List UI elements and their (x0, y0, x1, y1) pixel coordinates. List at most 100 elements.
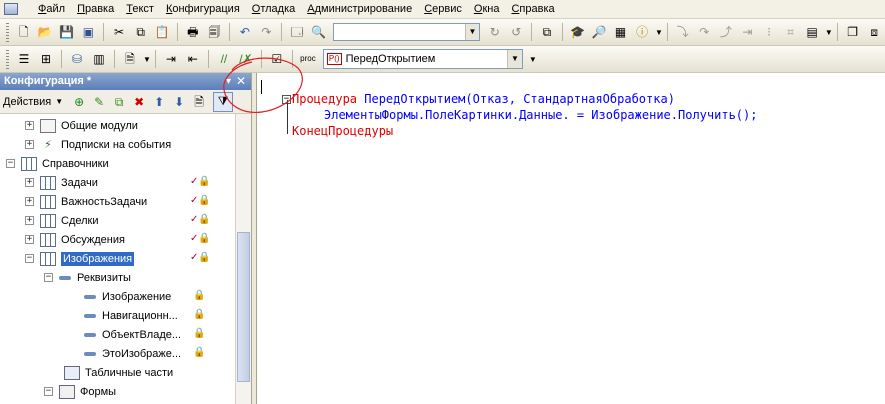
find-dialog-icon[interactable]: 🗔 (288, 23, 306, 41)
form-icon[interactable]: 🗎 (121, 50, 139, 68)
procedure-select[interactable]: P() ПередОткрытием ▼ (322, 49, 523, 69)
tree-item[interactable]: + Сделки (25, 211, 99, 230)
collapse-icon[interactable]: − (25, 254, 34, 263)
cut-icon[interactable]: ✂ (110, 23, 128, 41)
copy-icon[interactable]: ⧉ (132, 23, 150, 41)
pin-icon[interactable]: ▾ (226, 73, 231, 90)
step-over-icon[interactable]: ↷ (695, 23, 713, 41)
wizard-icon[interactable]: 🎓 (569, 23, 587, 41)
properties-icon[interactable]: 🗎 (191, 94, 207, 110)
find-next-icon[interactable]: ↻ (486, 23, 504, 41)
tree-item[interactable]: ЭтоИзображе... (84, 344, 181, 363)
window-tile-icon[interactable]: ⧈ (865, 23, 883, 41)
breakpoint-list-icon[interactable]: ⁝ (760, 23, 778, 41)
windows-icon[interactable]: ⧉ (538, 23, 556, 41)
print-icon[interactable]: 🖶 (184, 23, 202, 41)
menu-file[interactable]: Файл (32, 0, 71, 19)
search-icon[interactable]: 🔍 (310, 23, 328, 41)
step-out-icon[interactable]: ⤴ (717, 23, 735, 41)
database-icon[interactable]: ⛁ (68, 50, 86, 68)
step-into-icon[interactable]: ⤵ (674, 23, 692, 41)
syntax-check-icon[interactable]: ☑ (268, 50, 286, 68)
window-restore-icon[interactable]: ❐ (844, 23, 862, 41)
toolbar-grip[interactable] (6, 22, 9, 42)
scrollbar-thumb[interactable] (237, 232, 250, 382)
redo-icon[interactable]: ↷ (258, 23, 276, 41)
run-to-cursor-icon[interactable]: ⇥ (739, 23, 757, 41)
find-previous-icon[interactable]: ↺ (508, 23, 526, 41)
edit-icon[interactable]: ✎ (91, 94, 107, 110)
tree-item[interactable]: ОбъектВладе... (84, 325, 181, 344)
tree-item[interactable]: − Справочники (6, 154, 109, 173)
add-icon[interactable]: ⊕ (71, 94, 87, 110)
move-up-icon[interactable]: ⬆ (151, 94, 167, 110)
menu-configuration[interactable]: Конфигурация (160, 0, 246, 19)
collapse-icon[interactable]: − (44, 273, 53, 282)
expand-icon[interactable]: + (25, 121, 34, 130)
move-down-icon[interactable]: ⬇ (171, 94, 187, 110)
menu-edit[interactable]: Правка (71, 0, 120, 19)
chevron-down-icon[interactable]: ▼ (506, 50, 522, 68)
chevron-down-icon[interactable]: ▼ (55, 97, 63, 106)
chevron-down-icon[interactable]: ▼ (464, 24, 479, 40)
menu-administration[interactable]: Администрирование (301, 0, 418, 19)
tree-item[interactable]: + ВажностьЗадачи (25, 192, 147, 211)
expand-icon[interactable]: + (25, 216, 34, 225)
new-document-icon[interactable]: 🗋 (15, 23, 33, 41)
tree-item[interactable]: − Формы (44, 382, 116, 401)
open-folder-icon[interactable]: 📂 (37, 23, 55, 41)
tree-item[interactable]: + Обсуждения (25, 230, 125, 249)
expand-icon[interactable]: + (25, 178, 34, 187)
save-all-icon[interactable]: ▣ (80, 23, 98, 41)
chevron-down-icon[interactable]: ▼ (825, 28, 833, 37)
table-icon[interactable]: ▦ (612, 23, 630, 41)
menu-text[interactable]: Текст (120, 0, 160, 19)
expand-icon[interactable]: + (25, 235, 34, 244)
search-combo[interactable]: ▼ (333, 23, 480, 41)
configuration-window-icon[interactable]: ▥ (90, 50, 108, 68)
expand-icon[interactable]: + (25, 197, 34, 206)
code-editor[interactable] (256, 73, 885, 404)
tree-item[interactable]: + Общие модули (25, 116, 138, 135)
chevron-down-icon[interactable]: ▼ (529, 55, 537, 64)
comment-icon[interactable]: // (215, 50, 233, 68)
filter-icon[interactable]: ⧩ (213, 91, 234, 112)
collapse-icon[interactable]: − (44, 387, 53, 396)
tree-item[interactable]: Навигационн... (84, 306, 178, 325)
info-icon[interactable]: ⓘ (633, 23, 651, 41)
chevron-down-icon[interactable]: ▼ (655, 28, 663, 37)
tree-item[interactable]: + ⚡ Подписки на события (25, 135, 171, 154)
code-line-3[interactable]: КонецПроцедуры (292, 124, 393, 138)
print-preview-icon[interactable]: 🗐 (206, 23, 224, 41)
calculator-icon[interactable]: ▤ (803, 23, 821, 41)
chevron-down-icon[interactable]: ▼ (143, 55, 151, 64)
menu-service[interactable]: Сервис (418, 0, 468, 19)
outdent-icon[interactable]: ⇤ (184, 50, 202, 68)
tree-item[interactable]: + Задачи (25, 173, 98, 192)
close-icon[interactable]: ✕ (236, 73, 246, 90)
tree-icon[interactable]: ⊞ (37, 50, 55, 68)
tree-scrollbar[interactable] (235, 114, 251, 404)
procedure-list-icon[interactable]: proc (299, 50, 317, 68)
copy-item-icon[interactable]: ⧉ (111, 94, 127, 110)
collapse-icon[interactable]: − (6, 159, 15, 168)
expand-icon[interactable]: + (25, 140, 34, 149)
code-line-1[interactable]: Процедура ПередОткрытием(Отказ, Стандарт… (292, 92, 675, 106)
code-line-2[interactable]: ЭлементыФормы.ПолеКартинки.Данные. = Изо… (324, 108, 757, 122)
toolbar-grip[interactable] (6, 49, 9, 69)
menu-debug[interactable]: Отладка (246, 0, 302, 19)
list-icon[interactable]: ☰ (15, 50, 33, 68)
tree-item[interactable]: Изображение (84, 287, 171, 306)
syntax-helper-icon[interactable]: 🔎 (590, 23, 608, 41)
undo-icon[interactable]: ↶ (236, 23, 254, 41)
tree-item[interactable]: − Изображения (25, 249, 135, 268)
evaluate-icon[interactable]: ⌗ (782, 23, 800, 41)
app-menu-icon[interactable] (4, 3, 18, 15)
paste-icon[interactable]: 📋 (153, 23, 171, 41)
menu-help[interactable]: Справка (505, 0, 560, 19)
indent-icon[interactable]: ⇥ (162, 50, 180, 68)
save-icon[interactable]: 💾 (58, 23, 76, 41)
menu-windows[interactable]: Окна (468, 0, 506, 19)
tree-item[interactable]: Табличные части (64, 363, 173, 382)
actions-menu[interactable]: Действия (3, 96, 51, 108)
